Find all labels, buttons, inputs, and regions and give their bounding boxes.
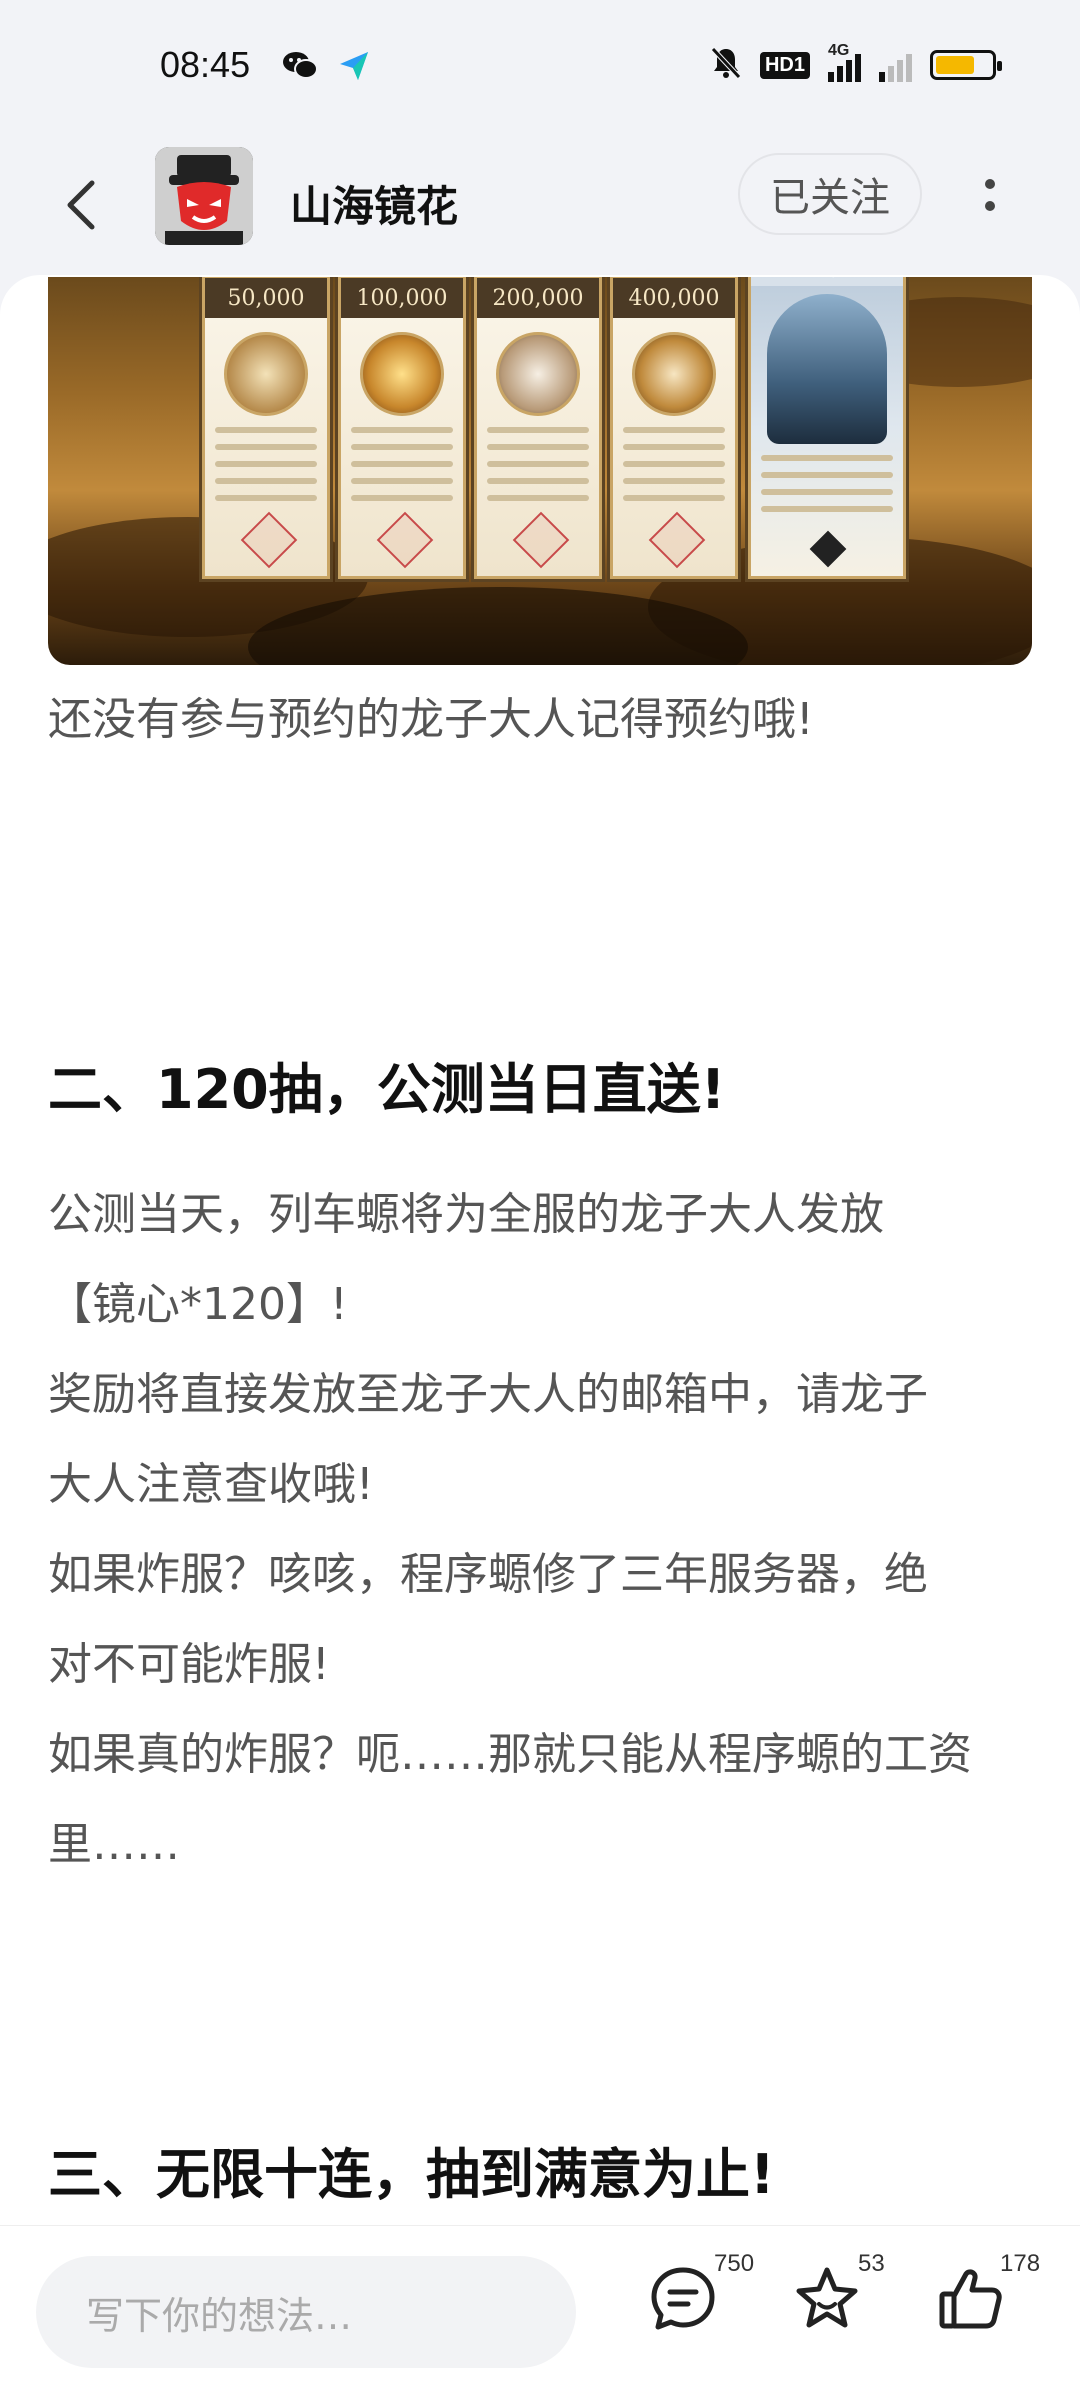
channel-avatar[interactable] <box>155 147 253 245</box>
text-line: 奖励将直接发放至龙子大人的邮箱中，请龙子 <box>48 1369 928 1420</box>
section-heading: 二、120抽，公测当日直送! <box>48 1058 726 1121</box>
section-body: 公测当天，列车螈将为全服的龙子大人发放 【镜心*120】! 奖励将直接发放至龙子… <box>48 1170 1038 1890</box>
reward-tier-card: 400,000 <box>610 277 738 579</box>
reward-threshold: 1000,000 <box>751 277 903 286</box>
channel-name[interactable]: 山海镜花 <box>290 173 458 234</box>
like-count: 178 <box>1000 2250 1041 2277</box>
hd-badge: HD1 <box>759 51 810 79</box>
back-button[interactable] <box>56 165 106 245</box>
reward-threshold: 400,000 <box>613 278 735 318</box>
section-heading: 三、无限十连，抽到满意为止! <box>48 2143 775 2206</box>
status-right-icons: HD1 4G <box>710 42 1002 84</box>
more-options-button[interactable] <box>970 165 1010 225</box>
reward-threshold: 200,000 <box>477 278 599 318</box>
status-time: 08:45 <box>160 44 251 85</box>
more-dots-icon <box>985 179 995 189</box>
favorite-button[interactable] <box>792 2264 862 2334</box>
reward-threshold: 100,000 <box>341 278 463 318</box>
text-line: 如果炸服？咳咳，程序螈修了三年服务器，绝 <box>48 1549 928 1600</box>
network-type-label: 4G <box>828 42 850 59</box>
reward-tier-card: 50,000 <box>202 277 330 579</box>
comment-input[interactable]: 写下你的想法… <box>36 2256 576 2368</box>
thumbs-up-icon <box>939 2269 1002 2329</box>
text-line: 公测当天，列车螈将为全服的龙子大人发放 <box>48 1189 884 1240</box>
text-line: 大人注意查收哦! <box>48 1459 374 1510</box>
feishu-icon <box>338 50 372 86</box>
bottom-action-bar: 写下你的想法… 750 53 178 <box>0 2225 1080 2400</box>
achieved-stamp-icon <box>648 511 706 569</box>
follow-button[interactable]: 已关注 <box>738 153 922 235</box>
battery-icon <box>930 50 1002 80</box>
signal-icon: 4G <box>828 42 861 82</box>
comment-button[interactable] <box>648 2264 718 2334</box>
comment-count: 750 <box>714 2250 755 2277</box>
ornament-icon <box>809 530 847 568</box>
paragraph: 还没有参与预约的龙子大人记得预约哦! <box>48 694 814 745</box>
reward-banner-image: 50,000 100,000 200,000 400,000 1000,000 <box>48 277 1032 665</box>
character-portrait <box>767 294 887 444</box>
favorite-count: 53 <box>858 2250 885 2277</box>
wechat-icon <box>282 50 318 86</box>
notification-icons <box>282 50 372 86</box>
achieved-stamp-icon <box>376 511 434 569</box>
comment-icon <box>651 2267 715 2330</box>
star-icon <box>796 2267 858 2328</box>
achieved-stamp-icon <box>240 511 298 569</box>
text-line: 【镜心*120】! <box>48 1279 348 1330</box>
article-content[interactable]: 50,000 100,000 200,000 400,000 1000,000 <box>0 275 1080 2225</box>
reward-threshold: 50,000 <box>205 278 327 318</box>
reward-tier-card: 200,000 <box>474 277 602 579</box>
reward-tier-card: 100,000 <box>338 277 466 579</box>
signal-2-icon <box>879 48 912 82</box>
mute-icon <box>710 46 742 84</box>
like-button[interactable] <box>936 2264 1006 2334</box>
chevron-left-icon <box>67 180 95 230</box>
status-bar: 08:45 HD1 4G <box>0 0 1080 135</box>
achieved-stamp-icon <box>512 511 570 569</box>
reward-tier-card-grand: 1000,000 <box>748 277 906 579</box>
text-line: 如果真的炸服？呃……那就只能从程序螈的工资 <box>48 1729 972 1780</box>
text-line: 里…… <box>48 1819 180 1870</box>
text-line: 对不可能炸服! <box>48 1639 330 1690</box>
nav-bar: 山海镜花 已关注 <box>0 135 1080 275</box>
